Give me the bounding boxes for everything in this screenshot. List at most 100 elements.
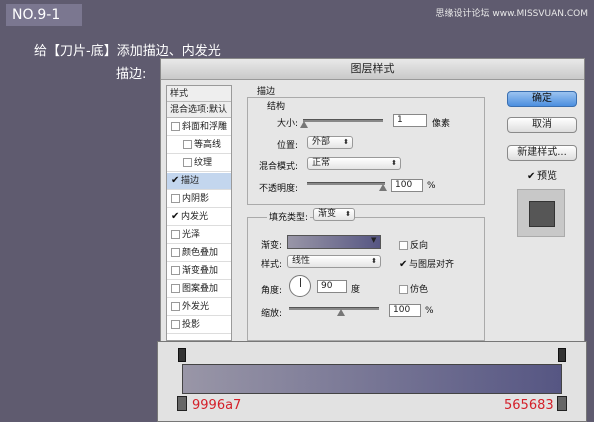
sidebar-item[interactable]: ✔ 内发光 — [167, 209, 231, 226]
checkbox-icon[interactable] — [183, 158, 192, 167]
checkbox-icon[interactable] — [171, 284, 180, 293]
angle-needle — [300, 278, 301, 287]
sidebar-item-label: 描边 — [181, 176, 200, 186]
sidebar-item[interactable]: 颜色叠加 — [167, 245, 231, 262]
sidebar-item[interactable]: ✔ 描边 — [167, 173, 231, 190]
size-label: 大小: — [277, 119, 299, 129]
dialog-title: 图层样式 — [161, 59, 584, 80]
preview-swatch — [529, 201, 555, 227]
sidebar-item[interactable]: 外发光 — [167, 299, 231, 316]
dither-checkbox[interactable]: 仿色 — [395, 282, 428, 295]
sidebar-item-label: 外发光 — [182, 302, 210, 312]
preview-label: 预览 — [537, 171, 557, 182]
checkbox-icon[interactable] — [171, 248, 180, 257]
opacity-slider[interactable] — [307, 182, 385, 185]
reverse-label: 反向 — [410, 241, 429, 251]
sidebar-item-label: 图案叠加 — [182, 284, 219, 294]
sidebar-item-label: 光泽 — [182, 230, 201, 240]
checkbox-icon[interactable] — [183, 140, 192, 149]
opacity-slider-thumb[interactable] — [379, 184, 387, 191]
sidebar-item[interactable]: 投影 — [167, 317, 231, 334]
scale-slider-thumb[interactable] — [337, 309, 345, 316]
watermark: 思缘设计论坛 www.MISSVUAN.COM — [435, 9, 588, 19]
sidebar-item-label: 渐变叠加 — [182, 266, 219, 276]
opacity-stop-left[interactable] — [178, 348, 186, 362]
reverse-checkbox[interactable]: 反向 — [395, 238, 428, 251]
angle-label: 角度: — [261, 286, 283, 296]
chevron-down-icon[interactable]: ▼ — [371, 236, 376, 244]
sidebar-item[interactable]: 渐变叠加 — [167, 263, 231, 280]
preview-thumbnail — [517, 189, 565, 237]
blend-mode-label: 混合模式: — [259, 162, 299, 172]
gradient-style-value: 线性 — [292, 256, 311, 266]
checkbox-icon[interactable] — [171, 320, 180, 329]
opacity-stop-right[interactable] — [558, 348, 566, 362]
left-color-hex: 9996a7 — [192, 398, 242, 413]
sidebar-item[interactable]: 光泽 — [167, 227, 231, 244]
sidebar-item-label: 投影 — [182, 320, 201, 330]
position-select[interactable]: 外部 ⬍ — [307, 136, 353, 149]
check-icon[interactable]: ✔ — [399, 260, 407, 270]
fill-type-select[interactable]: 渐变 ⬍ — [313, 208, 355, 221]
sidebar-item[interactable]: 等高线 — [167, 137, 231, 154]
right-color-hex: 565683 — [504, 398, 554, 413]
align-label: 与图层对齐 — [409, 260, 455, 270]
position-value: 外部 — [312, 137, 331, 147]
new-style-button[interactable]: 新建样式... — [507, 145, 577, 161]
sidebar-item[interactable]: 斜面和浮雕 — [167, 119, 231, 136]
gradient-editor: 9996a7 565683 — [157, 341, 587, 422]
position-label: 位置: — [277, 141, 299, 151]
sidebar-item[interactable]: 图案叠加 — [167, 281, 231, 298]
checkbox-icon[interactable] — [171, 122, 180, 131]
sidebar-item-label: 等高线 — [194, 140, 222, 150]
opacity-input[interactable]: 100 — [391, 179, 423, 192]
sidebar-header[interactable]: 样式 — [167, 86, 231, 102]
instruction-text: 给【刀片-底】添加描边、内发光 — [34, 44, 221, 59]
color-stop-left[interactable] — [177, 396, 187, 411]
align-checkbox[interactable]: ✔ 与图层对齐 — [395, 257, 455, 271]
dither-checkbox-box[interactable] — [399, 285, 408, 294]
ok-button[interactable]: 确定 — [507, 91, 577, 107]
sidebar-item-label: 内阴影 — [182, 194, 210, 204]
checkbox-icon[interactable] — [171, 194, 180, 203]
style-sidebar: 样式 混合选项:默认 斜面和浮雕 等高线 纹理 ✔ 描边 内阴影 ✔ 内发光 光泽 颜色叠加 渐变叠… — [166, 85, 232, 341]
gradient-label: 渐变: — [261, 241, 283, 251]
opacity-unit: % — [427, 181, 436, 191]
sidebar-item-label: 纹理 — [194, 158, 213, 168]
check-icon[interactable]: ✔ — [171, 176, 179, 186]
checkbox-icon[interactable] — [171, 302, 180, 311]
chevron-down-icon: ⬍ — [343, 138, 349, 146]
angle-dial[interactable] — [289, 275, 311, 297]
preview-checkbox[interactable]: ✔ 预览 — [523, 167, 557, 182]
stroke-section-title: 描边 — [257, 87, 276, 97]
sidebar-item[interactable]: 纹理 — [167, 155, 231, 172]
check-icon[interactable]: ✔ — [527, 171, 535, 181]
gradient-swatch[interactable] — [287, 235, 381, 249]
size-input[interactable]: 1 — [393, 114, 427, 127]
layer-style-dialog: 图层样式 样式 混合选项:默认 斜面和浮雕 等高线 纹理 ✔ 描边 内阴影 ✔ 内发光 光泽 颜色… — [160, 58, 585, 342]
reverse-checkbox-box[interactable] — [399, 241, 408, 250]
opacity-label: 不透明度: — [259, 184, 299, 194]
sidebar-item[interactable]: 内阴影 — [167, 191, 231, 208]
check-icon[interactable]: ✔ — [171, 212, 179, 222]
gradient-style-select[interactable]: 线性 ⬍ — [287, 255, 381, 268]
step-tag: NO.9-1 — [6, 4, 82, 26]
sidebar-blend-default[interactable]: 混合选项:默认 — [167, 102, 231, 118]
chevron-down-icon: ⬍ — [345, 210, 351, 218]
fill-type-label: 填充类型: — [267, 210, 311, 223]
scale-label: 缩放: — [261, 309, 283, 319]
chevron-down-icon: ⬍ — [371, 257, 377, 265]
scale-input[interactable]: 100 — [389, 304, 421, 317]
dither-label: 仿色 — [410, 285, 429, 295]
angle-input[interactable]: 90 — [317, 280, 347, 293]
blend-mode-select[interactable]: 正常 ⬍ — [307, 157, 401, 170]
cancel-button[interactable]: 取消 — [507, 117, 577, 133]
color-stop-right[interactable] — [557, 396, 567, 411]
checkbox-icon[interactable] — [171, 266, 180, 275]
checkbox-icon[interactable] — [171, 230, 180, 239]
size-slider[interactable] — [303, 119, 383, 122]
size-slider-thumb[interactable] — [300, 121, 308, 128]
scale-slider[interactable] — [289, 307, 379, 310]
size-unit: 像素 — [432, 119, 451, 129]
gradient-bar[interactable] — [182, 364, 562, 394]
